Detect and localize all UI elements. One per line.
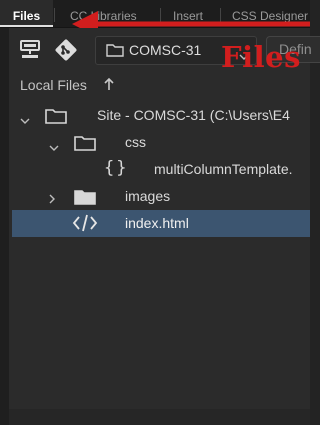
tree-row-css-folder[interactable]: css xyxy=(0,129,310,156)
tree-label: css xyxy=(125,134,146,150)
chevron-down-icon[interactable] xyxy=(20,112,30,128)
chevron-down-icon[interactable] xyxy=(49,139,59,155)
tree-label: multiColumnTemplate. xyxy=(154,161,293,177)
tab-files[interactable]: Files xyxy=(0,0,53,27)
panel-left-edge xyxy=(0,28,9,425)
tree-label: Site - COMSC-31 (C:\Users\E4 xyxy=(97,107,290,123)
tab-divider xyxy=(54,8,55,22)
site-name: COMSC-31 xyxy=(129,42,202,58)
tree-row-images-folder[interactable]: images xyxy=(0,183,310,210)
chevron-right-icon[interactable] xyxy=(49,191,56,207)
folder-icon xyxy=(45,107,67,127)
folder-icon xyxy=(74,134,96,154)
arrow-up-icon[interactable] xyxy=(103,77,115,91)
panel-bottom-edge xyxy=(9,409,310,425)
connect-to-server-icon[interactable] xyxy=(19,40,41,63)
tree-row-index-html[interactable]: index.html xyxy=(12,210,310,237)
tree-label: index.html xyxy=(125,215,189,231)
folder-icon xyxy=(106,43,124,60)
tree-row-site-root[interactable]: Site - COMSC-31 (C:\Users\E4 xyxy=(0,102,310,129)
tree-row-css-file[interactable]: {} multiColumnTemplate. xyxy=(0,156,310,183)
tree-label: images xyxy=(125,188,171,204)
local-files-header: Local Files xyxy=(20,77,87,93)
git-icon[interactable] xyxy=(54,38,78,65)
code-tag-icon xyxy=(72,214,98,235)
css-braces-icon: {} xyxy=(104,158,129,178)
folder-icon xyxy=(74,188,96,208)
files-annotation-label: Files xyxy=(221,40,301,74)
